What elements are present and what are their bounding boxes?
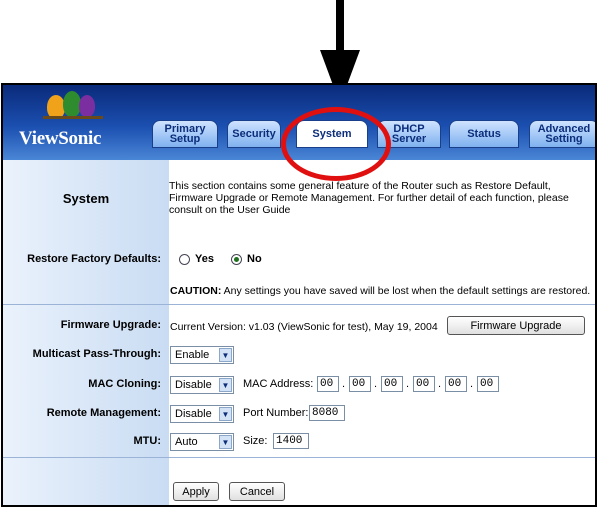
annotation-arrow-shaft [336, 0, 344, 52]
tab-system[interactable]: System [296, 120, 368, 148]
restore-no-radio[interactable] [231, 254, 242, 265]
current-version-text: Current Version: v1.03 (ViewSonic for te… [170, 321, 438, 333]
tab-label: Primary Setup [164, 123, 206, 145]
tab-label: Status [467, 128, 501, 140]
logo-bird-purple [79, 95, 95, 117]
section-description: This section contains some general featu… [169, 180, 569, 216]
restore-yes-radio[interactable] [179, 254, 190, 265]
caution-text: CAUTION: Any settings you have saved wil… [170, 285, 594, 297]
apply-button[interactable]: Apply [173, 482, 219, 501]
port-number-label: Port Number: [243, 407, 309, 419]
mac-cloning-label: MAC Cloning: [88, 378, 161, 390]
logo-text: ViewSonic [19, 128, 102, 149]
cancel-button[interactable]: Cancel [229, 482, 285, 501]
mac-octet-3[interactable]: 00 [381, 376, 403, 392]
tab-label: Advanced Setting [537, 123, 591, 145]
restore-yes-label: Yes [195, 253, 214, 265]
tab-status[interactable]: Status [449, 120, 519, 148]
mac-octet-6[interactable]: 00 [477, 376, 499, 392]
remote-management-select[interactable]: Disable ▼ [170, 405, 234, 423]
left-label-column [3, 160, 169, 505]
tab-security[interactable]: Security [227, 120, 281, 148]
mac-separator: . [470, 378, 474, 390]
caution-message: Any settings you have saved will be lost… [221, 285, 591, 297]
mac-cloning-value: Disable [175, 379, 212, 391]
mtu-label: MTU: [133, 435, 162, 447]
chevron-down-icon: ▼ [219, 348, 232, 362]
router-admin-window: ViewSonic Primary Setup Security System … [1, 83, 597, 507]
multicast-value: Enable [175, 349, 210, 361]
tab-advanced-setting[interactable]: Advanced Setting [529, 120, 595, 148]
mac-separator: . [406, 378, 410, 390]
chevron-down-icon: ▼ [219, 435, 232, 449]
mtu-size-input[interactable]: 1400 [273, 433, 309, 449]
tab-label: Security [232, 128, 276, 140]
section-divider [3, 304, 595, 305]
mac-cloning-select[interactable]: Disable ▼ [170, 376, 234, 394]
tab-label: System [312, 128, 352, 140]
remote-management-label: Remote Management: [46, 407, 161, 419]
mac-separator: . [342, 378, 346, 390]
mac-octet-5[interactable]: 00 [445, 376, 467, 392]
mac-separator: . [438, 378, 442, 390]
mac-octet-4[interactable]: 00 [413, 376, 435, 392]
remote-management-value: Disable [175, 408, 212, 420]
caution-label: CAUTION: [170, 285, 222, 297]
mtu-value: Auto [175, 436, 198, 448]
mtu-size-label: Size: [243, 435, 268, 447]
logo-perch [43, 116, 103, 119]
tab-label: DHCP Server [391, 123, 427, 145]
mac-octet-1[interactable]: 00 [317, 376, 339, 392]
page-title: System [62, 191, 110, 206]
restore-defaults-label: Restore Factory Defaults: [27, 253, 161, 265]
multicast-select[interactable]: Enable ▼ [170, 346, 234, 364]
mac-separator: . [374, 378, 378, 390]
section-divider [3, 457, 595, 458]
restore-no-label: No [247, 253, 262, 265]
multicast-label: Multicast Pass-Through: [32, 348, 161, 360]
mac-address-label: MAC Address: [243, 378, 314, 390]
firmware-upgrade-button[interactable]: Firmware Upgrade [447, 316, 585, 335]
tab-primary-setup[interactable]: Primary Setup [152, 120, 218, 148]
chevron-down-icon: ▼ [219, 407, 232, 421]
mac-octet-2[interactable]: 00 [349, 376, 371, 392]
firmware-upgrade-label: Firmware Upgrade: [60, 319, 161, 331]
header-bar: ViewSonic Primary Setup Security System … [3, 85, 595, 160]
chevron-down-icon: ▼ [219, 378, 232, 392]
mtu-select[interactable]: Auto ▼ [170, 433, 234, 451]
tab-dhcp-server[interactable]: DHCP Server [377, 120, 441, 148]
port-number-input[interactable]: 8080 [309, 405, 345, 421]
